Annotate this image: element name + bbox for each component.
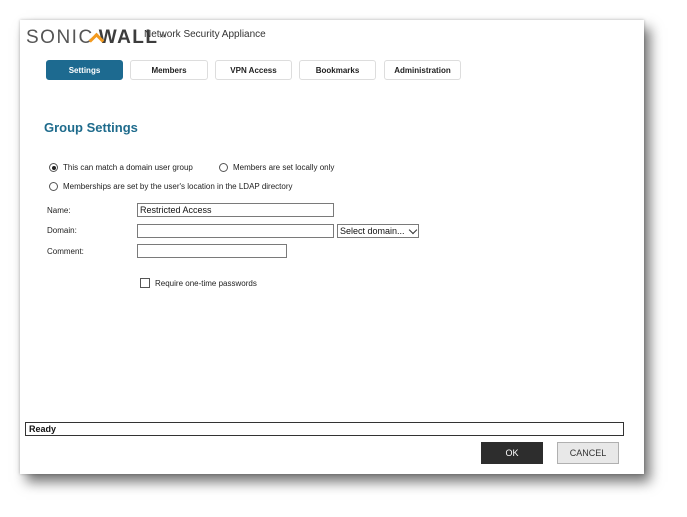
- tab-settings[interactable]: Settings: [46, 60, 123, 80]
- comment-label: Comment:: [47, 247, 84, 256]
- require-otp-label: Require one-time passwords: [155, 278, 257, 288]
- screenshot-stage: SONIC WALL™ Network Security Appliance Se…: [0, 0, 687, 517]
- radio-button[interactable]: [49, 182, 58, 191]
- require-otp-checkbox-row[interactable]: Require one-time passwords: [140, 278, 257, 288]
- tab-administration[interactable]: Administration: [384, 60, 461, 80]
- name-label: Name:: [47, 206, 71, 215]
- tab-members[interactable]: Members: [130, 60, 208, 80]
- radio-local-only-label: Members are set locally only: [233, 163, 335, 172]
- radio-domain-group-label: This can match a domain user group: [63, 163, 193, 172]
- cancel-button[interactable]: CANCEL: [557, 442, 619, 464]
- radio-ldap-location-label: Memberships are set by the user's locati…: [63, 182, 293, 191]
- radio-domain-group[interactable]: This can match a domain user group: [49, 163, 193, 172]
- radio-local-only[interactable]: Members are set locally only: [219, 163, 334, 172]
- domain-input[interactable]: [137, 224, 334, 238]
- tab-vpn-access[interactable]: VPN Access: [215, 60, 292, 80]
- radio-button-checked[interactable]: [49, 163, 58, 172]
- radio-ldap-location[interactable]: Memberships are set by the user's locati…: [49, 182, 293, 191]
- require-otp-checkbox[interactable]: [140, 278, 150, 288]
- chevron-down-icon: [408, 225, 418, 235]
- domain-select-value: Select domain...: [340, 226, 405, 236]
- tab-bookmarks[interactable]: Bookmarks: [299, 60, 376, 80]
- radio-button[interactable]: [219, 163, 228, 172]
- domain-label: Domain:: [47, 226, 77, 235]
- logo-text-sonic: SONIC: [26, 27, 94, 48]
- comment-input[interactable]: [137, 244, 287, 258]
- domain-select[interactable]: Select domain...: [337, 224, 419, 238]
- ok-button[interactable]: OK: [481, 442, 543, 464]
- status-bar: Ready: [25, 422, 624, 436]
- product-name: Network Security Appliance: [144, 29, 266, 40]
- page-title: Group Settings: [44, 120, 138, 135]
- name-input[interactable]: [137, 203, 334, 217]
- group-settings-window: SONIC WALL™ Network Security Appliance Se…: [20, 20, 644, 474]
